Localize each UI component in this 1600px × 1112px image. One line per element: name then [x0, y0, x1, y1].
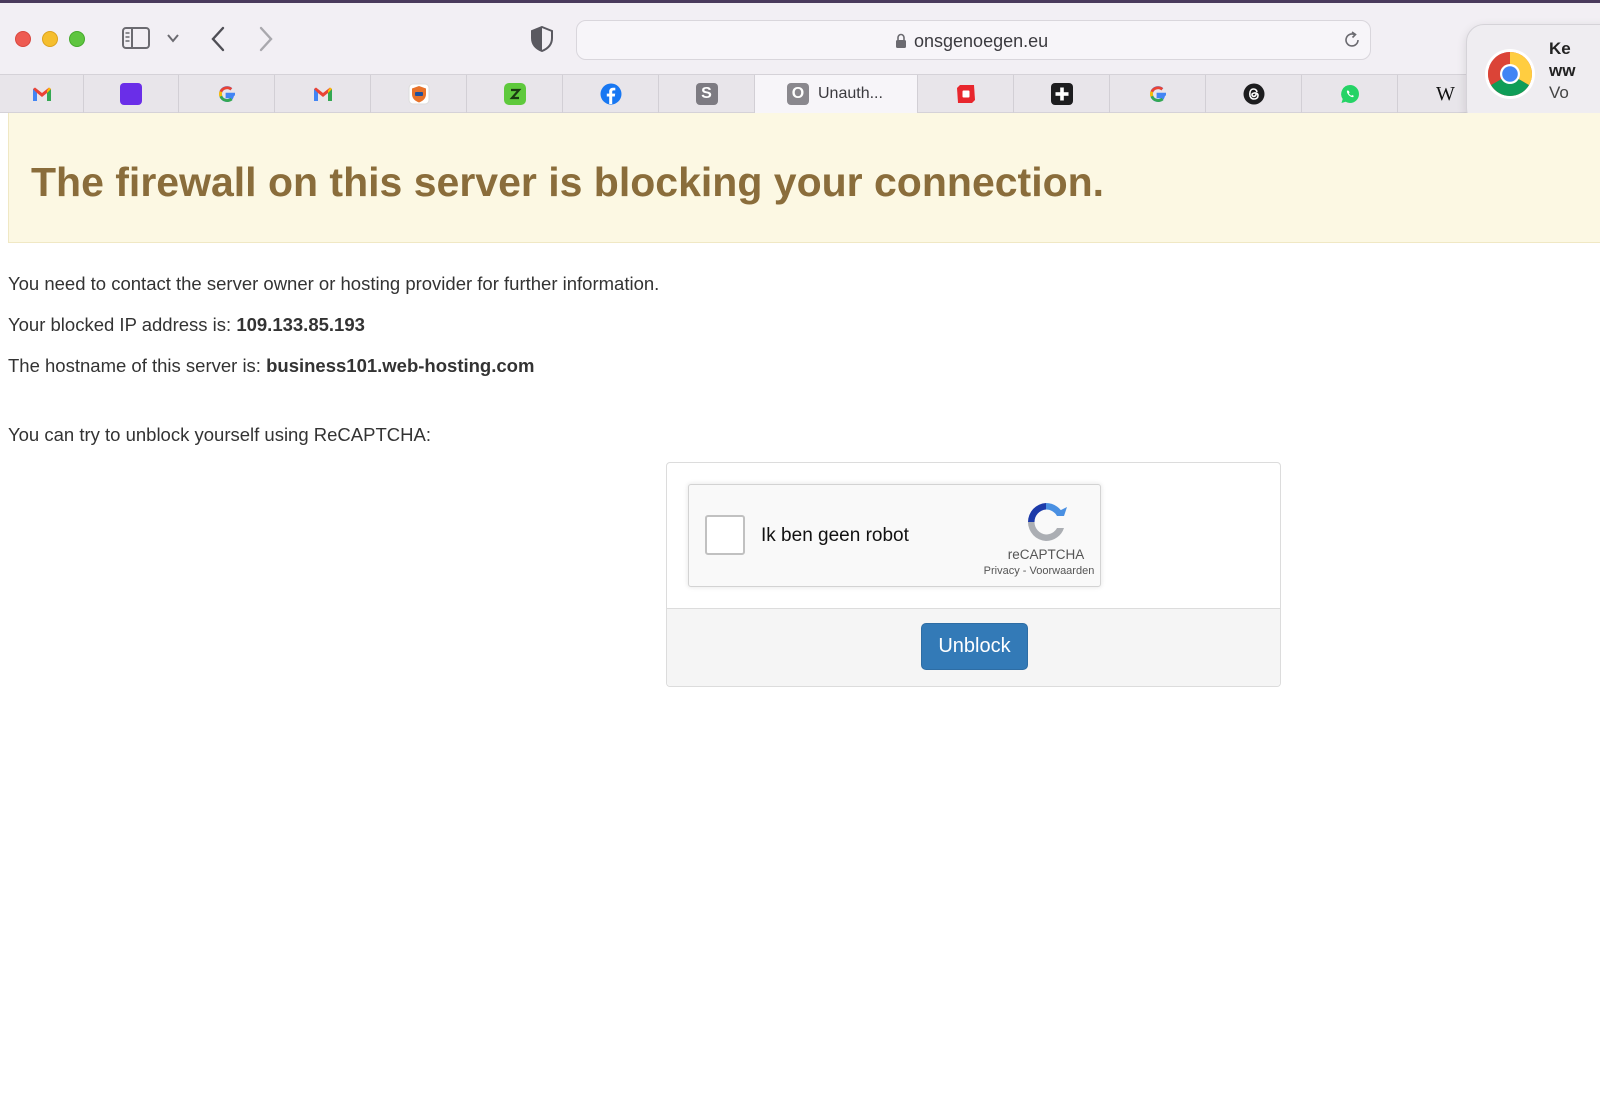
tab-gmail-2[interactable] [275, 75, 371, 113]
gmail-icon [313, 87, 332, 101]
warning-banner: The firewall on this server is blocking … [8, 113, 1600, 243]
recaptcha-links[interactable]: Privacy - Voorwaarden [959, 565, 1119, 577]
unblock-button[interactable]: Unblock [921, 623, 1028, 670]
reload-icon[interactable] [1342, 30, 1362, 50]
red-app-icon [956, 85, 975, 103]
notification-title: Ke [1549, 39, 1571, 58]
contact-text: You need to contact the server owner or … [8, 273, 660, 294]
shield-car-icon [408, 83, 429, 105]
tab-s-app[interactable]: S [659, 75, 755, 113]
recaptcha-brand: reCAPTCHA [1007, 547, 1085, 562]
tab-red-app[interactable] [918, 75, 1014, 113]
page-title: The firewall on this server is blocking … [31, 159, 1105, 205]
tab-plus-app[interactable] [1014, 75, 1110, 113]
lock-icon [896, 33, 906, 48]
gmail-icon [32, 87, 51, 101]
tab-shield-car[interactable] [371, 75, 467, 113]
tab-title: Unauth... [818, 85, 883, 102]
minimize-window-button[interactable] [42, 31, 58, 47]
browser-toolbar: onsgenoegen.eu [0, 3, 1600, 74]
recaptcha-checkbox[interactable] [705, 515, 745, 555]
notification-body: Vo [1549, 83, 1569, 102]
recaptcha-widget: Ik ben geen robot reCAPTCHA Privacy - Vo… [688, 484, 1101, 587]
tab-whatsapp[interactable] [1302, 75, 1398, 113]
chevron-down-icon[interactable] [166, 31, 180, 45]
tab-green-app[interactable] [467, 75, 563, 113]
close-window-button[interactable] [15, 31, 31, 47]
privacy-shield-icon[interactable] [530, 26, 554, 52]
sidebar-toggle-icon[interactable] [122, 27, 150, 49]
tab-bar: S O Unauth... W [0, 74, 1600, 113]
address-bar[interactable]: onsgenoegen.eu [576, 20, 1371, 60]
ip-value: 109.133.85.193 [236, 314, 365, 335]
tab-active[interactable]: O Unauth... [755, 75, 918, 113]
hostname-value: business101.web-hosting.com [266, 355, 535, 376]
google-icon [218, 86, 235, 102]
tab-google-2[interactable] [1110, 75, 1206, 113]
hostname-label: The hostname of this server is: [8, 355, 267, 376]
hostname-line: The hostname of this server is: business… [8, 355, 534, 377]
zoom-window-button[interactable] [69, 31, 85, 47]
unblock-panel: Ik ben geen robot reCAPTCHA Privacy - Vo… [666, 462, 1281, 687]
recaptcha-label: Ik ben geen robot [761, 525, 909, 546]
wikipedia-icon: W [1436, 82, 1455, 105]
tab-gmail[interactable] [0, 75, 84, 113]
tab-google[interactable] [179, 75, 275, 113]
chrome-notification[interactable]: Ke ww Vo [1466, 24, 1600, 126]
purple-square-icon [120, 83, 142, 105]
ip-line: Your blocked IP address is: 109.133.85.1… [8, 314, 365, 336]
panel-footer: Unblock [667, 608, 1280, 686]
whatsapp-icon [1340, 85, 1359, 103]
plus-app-icon [1050, 83, 1073, 105]
google-icon [1149, 86, 1166, 102]
recaptcha-logo-icon [1028, 503, 1067, 541]
forward-arrow-icon[interactable] [256, 25, 276, 53]
url-text: onsgenoegen.eu [914, 31, 1049, 51]
tab-threads[interactable] [1206, 75, 1302, 113]
chrome-icon [1485, 49, 1535, 99]
ip-label: Your blocked IP address is: [8, 314, 237, 335]
tab-facebook[interactable] [563, 75, 659, 113]
o-app-icon: O [787, 83, 809, 105]
notification-subtitle: ww [1549, 61, 1576, 80]
recaptcha-hint: You can try to unblock yourself using Re… [8, 424, 431, 445]
threads-icon [1243, 83, 1264, 105]
tab-purple[interactable] [84, 75, 179, 113]
s-app-icon: S [695, 83, 718, 105]
back-arrow-icon[interactable] [208, 25, 228, 53]
green-app-icon [503, 83, 526, 105]
facebook-icon [600, 83, 621, 105]
